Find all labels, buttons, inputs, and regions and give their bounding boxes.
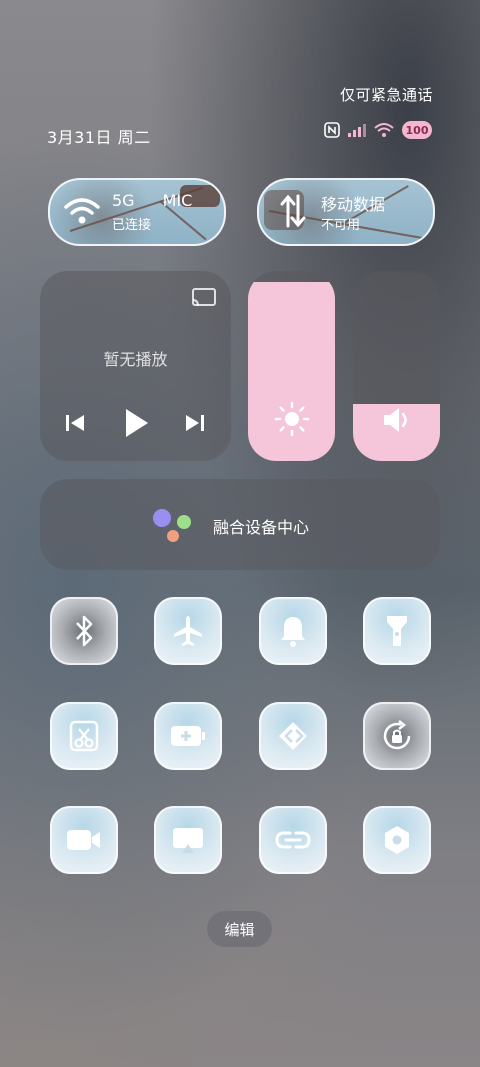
wifi-toggle[interactable]: 5G MIC 已连接 [48, 178, 226, 246]
bell-icon [281, 617, 305, 647]
flashlight-toggle[interactable] [363, 597, 431, 665]
mobile-data-toggle[interactable]: 移动数据 不可用 [257, 178, 435, 246]
previous-icon[interactable] [64, 412, 86, 434]
wifi-status: 已连接 [112, 218, 152, 233]
bluetooth-icon [76, 615, 93, 647]
screen-cast-icon [173, 828, 203, 853]
device-center-icon [153, 509, 191, 542]
mobile-data-status: 不可用 [321, 218, 361, 233]
rotation-lock-icon [383, 720, 411, 750]
share-icon [279, 722, 307, 750]
cast-icon[interactable] [191, 287, 217, 309]
cast-screen-toggle[interactable] [154, 806, 222, 874]
wifi-status-icon [374, 123, 394, 137]
volume-icon [384, 408, 407, 432]
device-center-card[interactable]: 融合设备中心 [40, 479, 440, 570]
airplane-mode-toggle[interactable] [154, 597, 222, 665]
flashlight-icon [387, 616, 407, 646]
edit-button[interactable]: 编辑 [207, 911, 272, 947]
brightness-slider[interactable] [248, 271, 335, 461]
link-toggle[interactable] [259, 806, 327, 874]
rotation-lock-toggle[interactable] [363, 702, 431, 770]
battery-icon: 100 [402, 121, 432, 139]
media-title: 暂无播放 [103, 350, 168, 369]
emergency-call-text: 仅可紧急通话 [339, 86, 433, 104]
battery-saver-toggle[interactable] [154, 702, 222, 770]
settings-hex-icon [385, 826, 409, 854]
date-text: 3月31日 周二 [47, 128, 151, 147]
wifi-label: 5G MIC [112, 191, 193, 210]
mobile-data-label: 移动数据 [321, 195, 386, 214]
wifi-icon [64, 198, 100, 224]
device-center-label: 融合设备中心 [213, 518, 310, 537]
battery-saver-icon [171, 726, 205, 746]
next-icon[interactable] [184, 412, 206, 434]
play-icon[interactable] [122, 407, 150, 439]
airplane-icon [174, 616, 202, 646]
settings-toggle[interactable] [363, 806, 431, 874]
media-player-card[interactable]: 暂无播放 [40, 271, 231, 461]
screenshot-icon [69, 720, 99, 752]
screen-record-toggle[interactable] [50, 806, 118, 874]
nearby-share-toggle[interactable] [259, 702, 327, 770]
link-icon [275, 831, 311, 849]
ringer-toggle[interactable] [259, 597, 327, 665]
bluetooth-toggle[interactable] [50, 597, 118, 665]
brightness-icon [274, 401, 310, 437]
volume-slider[interactable] [353, 271, 440, 461]
nfc-icon [324, 122, 340, 138]
data-arrows-icon [280, 194, 306, 228]
screenshot-toggle[interactable] [50, 702, 118, 770]
video-camera-icon [67, 830, 100, 850]
signal-icon [348, 124, 366, 137]
status-icons: 100 [324, 121, 432, 139]
